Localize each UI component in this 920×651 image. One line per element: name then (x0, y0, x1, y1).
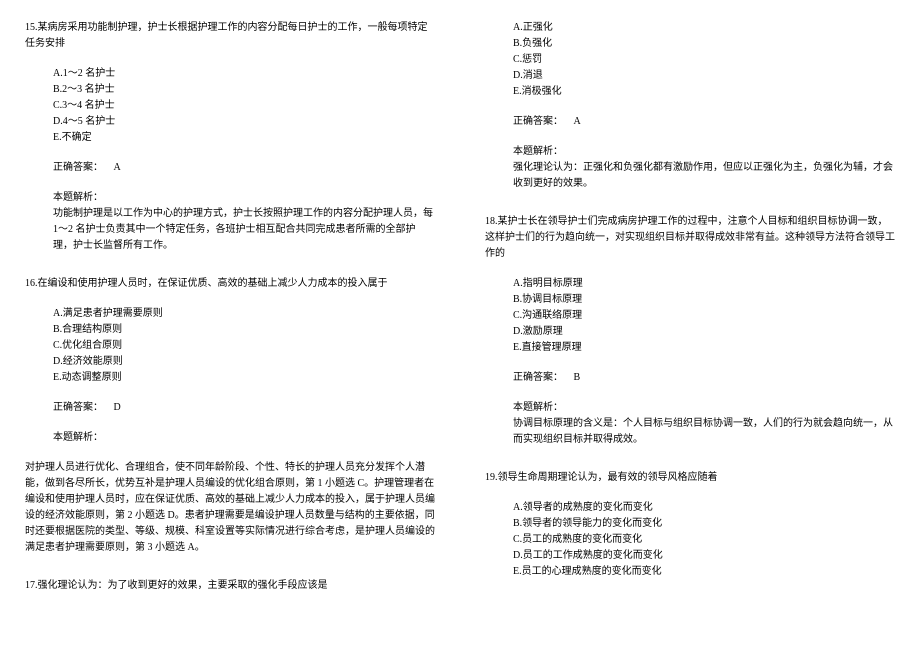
answer-label: 正确答案： (513, 116, 563, 127)
answer-line: 正确答案： A (25, 160, 435, 176)
document-page: 15.某病房采用功能制护理，护士长根据护理工作的内容分配每日护士的工作，一般每项… (0, 0, 920, 651)
question-text: 15.某病房采用功能制护理，护士长根据护理工作的内容分配每日护士的工作，一般每项… (25, 20, 435, 52)
analysis-label: 本题解析： (485, 400, 895, 416)
answer-value: B (574, 372, 581, 383)
answer-line: 正确答案： D (25, 400, 435, 416)
analysis-label: 本题解析： (485, 144, 895, 160)
option-a: A.指明目标原理 (513, 276, 895, 292)
option-a: A.领导者的成熟度的变化而变化 (513, 500, 895, 516)
answer-value: A (114, 162, 121, 173)
analysis-text: 对护理人员进行优化、合理组合，使不同年龄阶段、个性、特长的护理人员充分发挥个人潜… (25, 460, 435, 556)
question-17: 17.强化理论认为：为了收到更好的效果，主要采取的强化手段应该是 (25, 578, 435, 594)
question-text: 16.在编设和使用护理人员时，在保证优质、高效的基础上减少人力成本的投入属于 (25, 276, 435, 292)
option-b: B.协调目标原理 (513, 292, 895, 308)
option-e: E.消极强化 (513, 84, 895, 100)
question-text: 19.领导生命周期理论认为，最有效的领导风格应随着 (485, 470, 895, 486)
question-16: 16.在编设和使用护理人员时，在保证优质、高效的基础上减少人力成本的投入属于 A… (25, 276, 435, 556)
option-e: E.员工的心理成熟度的变化而变化 (513, 564, 895, 580)
options-list: A.1～2 名护士 B.2～3 名护士 C.3～4 名护士 D.4～5 名护士 … (25, 66, 435, 146)
question-text: 18.某护士长在领导护士们完成病房护理工作的过程中，注意个人目标和组织目标协调一… (485, 214, 895, 262)
option-c: C.沟通联络原理 (513, 308, 895, 324)
options-list: A.指明目标原理 B.协调目标原理 C.沟通联络原理 D.激励原理 E.直接管理… (485, 276, 895, 356)
answer-label: 正确答案： (53, 402, 103, 413)
left-column: 15.某病房采用功能制护理，护士长根据护理工作的内容分配每日护士的工作，一般每项… (0, 0, 460, 651)
option-c: C.惩罚 (513, 52, 895, 68)
option-b: B.负强化 (513, 36, 895, 52)
option-e: E.动态调整原则 (53, 370, 435, 386)
answer-label: 正确答案： (53, 162, 103, 173)
right-column: A.正强化 B.负强化 C.惩罚 D.消退 E.消极强化 正确答案： A 本题解… (460, 0, 920, 651)
answer-value: A (574, 116, 581, 127)
option-a: A.满足患者护理需要原则 (53, 306, 435, 322)
option-e: E.不确定 (53, 130, 435, 146)
answer-line: 正确答案： A (485, 114, 895, 130)
analysis-text: 强化理论认为：正强化和负强化都有激励作用，但应以正强化为主，负强化为辅，才会收到… (485, 160, 895, 192)
question-17-continued: A.正强化 B.负强化 C.惩罚 D.消退 E.消极强化 正确答案： A 本题解… (485, 20, 895, 192)
option-a: A.1～2 名护士 (53, 66, 435, 82)
answer-label: 正确答案： (513, 372, 563, 383)
option-b: B.2～3 名护士 (53, 82, 435, 98)
question-15: 15.某病房采用功能制护理，护士长根据护理工作的内容分配每日护士的工作，一般每项… (25, 20, 435, 254)
option-a: A.正强化 (513, 20, 895, 36)
option-c: C.员工的成熟度的变化而变化 (513, 532, 895, 548)
option-d: D.经济效能原则 (53, 354, 435, 370)
option-b: B.合理结构原则 (53, 322, 435, 338)
option-d: D.4～5 名护士 (53, 114, 435, 130)
analysis-text: 功能制护理是以工作为中心的护理方式，护士长按照护理工作的内容分配护理人员，每 1… (25, 206, 435, 254)
analysis-label: 本题解析： (25, 430, 435, 446)
option-c: C.3～4 名护士 (53, 98, 435, 114)
option-b: B.领导者的领导能力的变化而变化 (513, 516, 895, 532)
option-d: D.消退 (513, 68, 895, 84)
question-19: 19.领导生命周期理论认为，最有效的领导风格应随着 A.领导者的成熟度的变化而变… (485, 470, 895, 580)
option-d: D.激励原理 (513, 324, 895, 340)
options-list: A.领导者的成熟度的变化而变化 B.领导者的领导能力的变化而变化 C.员工的成熟… (485, 500, 895, 580)
analysis-text: 协调目标原理的含义是：个人目标与组织目标协调一致，人们的行为就会趋向统一，从而实… (485, 416, 895, 448)
question-18: 18.某护士长在领导护士们完成病房护理工作的过程中，注意个人目标和组织目标协调一… (485, 214, 895, 448)
option-c: C.优化组合原则 (53, 338, 435, 354)
option-e: E.直接管理原理 (513, 340, 895, 356)
option-d: D.员工的工作成熟度的变化而变化 (513, 548, 895, 564)
answer-line: 正确答案： B (485, 370, 895, 386)
options-list: A.正强化 B.负强化 C.惩罚 D.消退 E.消极强化 (485, 20, 895, 100)
options-list: A.满足患者护理需要原则 B.合理结构原则 C.优化组合原则 D.经济效能原则 … (25, 306, 435, 386)
answer-value: D (114, 402, 121, 413)
analysis-label: 本题解析： (25, 190, 435, 206)
question-text: 17.强化理论认为：为了收到更好的效果，主要采取的强化手段应该是 (25, 578, 435, 594)
